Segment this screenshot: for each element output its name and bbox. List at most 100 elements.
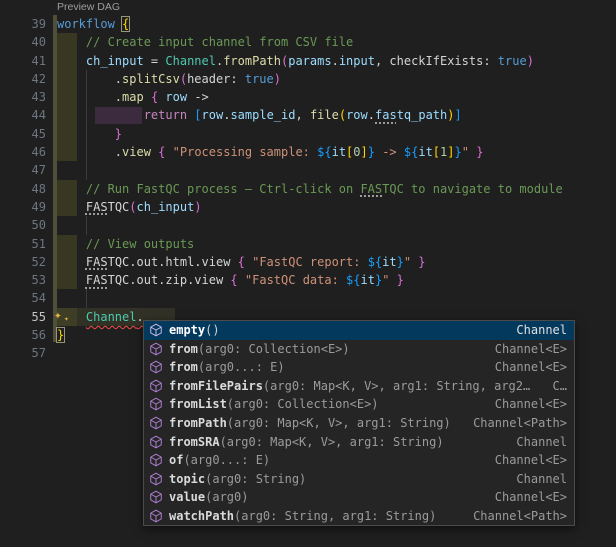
completion-item[interactable]: fromList(arg0: Collection<E>)Channel<E> — [144, 395, 574, 414]
indent-guide — [86, 216, 87, 234]
code-token: { — [122, 17, 129, 31]
code-line[interactable]: 51 // View outputs — [0, 235, 616, 253]
code-action-sparkle-icon[interactable]: ✦✦ — [54, 308, 74, 326]
code-line[interactable]: 50 — [0, 216, 616, 234]
code-token: row — [165, 90, 187, 104]
line-number: 49 — [0, 198, 46, 216]
completion-item[interactable]: fromPath(arg0: Map<K, V>, arg1: String)C… — [144, 414, 574, 433]
codelens-preview-dag[interactable]: Preview DAG — [0, 0, 616, 15]
code-line[interactable]: 39workflow { — [0, 15, 616, 33]
completion-item[interactable]: empty()Channel — [144, 321, 574, 340]
line-number: 44 — [0, 106, 46, 124]
completion-signature: (arg0...: E) — [198, 360, 285, 374]
method-cube-icon — [148, 435, 164, 449]
completion-signature: (arg0...: E) — [183, 453, 270, 467]
completion-signature: (arg0: String, arg1: String) — [234, 509, 436, 523]
code-token: file — [310, 108, 339, 122]
code-text: // Create input channel from CSV file — [57, 33, 353, 51]
line-number: 48 — [0, 180, 46, 198]
code-token: "FastQC data: — [245, 273, 346, 287]
code-line[interactable]: 40 // Create input channel from CSV file — [0, 33, 616, 51]
code-token: TQC.out.html.view — [108, 255, 238, 269]
completion-item[interactable]: from(arg0...: E)Channel<E> — [144, 358, 574, 377]
completion-label: watchPath — [169, 509, 234, 523]
completion-return-type: Channel<E> — [487, 397, 567, 411]
code-line[interactable]: 46 .view { "Processing sample: ${it[0]} … — [0, 143, 616, 161]
completion-return-type: Channel<E> — [487, 342, 567, 356]
code-token: workflow — [57, 17, 115, 31]
code-token: } — [476, 145, 483, 159]
code-token — [57, 54, 86, 68]
code-text: .map { row -> — [57, 88, 209, 106]
line-number: 46 — [0, 143, 46, 161]
code-token: ] — [455, 108, 462, 122]
line-number: 50 — [0, 216, 46, 234]
code-text: } — [57, 125, 122, 143]
method-cube-icon — [148, 509, 164, 523]
code-text: ch_input = Channel.fromPath(params.input… — [57, 52, 534, 70]
completion-label: from — [169, 342, 198, 356]
indent-guide — [86, 161, 87, 179]
code-line[interactable]: 42 .splitCsv(header: true) — [0, 70, 616, 88]
completion-item[interactable]: value(arg0)Channel<E> — [144, 488, 574, 507]
code-line[interactable]: 44 return [row.sample_id, file(row.fastq… — [0, 106, 616, 124]
code-text: .view { "Processing sample: ${it[0]} -> … — [57, 143, 483, 161]
completion-label: fromFilePairs — [169, 379, 263, 393]
code-token: FAS — [86, 200, 108, 214]
code-text: FASTQC(ch_input) — [57, 198, 202, 216]
completion-item[interactable]: fromFilePairs(arg0: Map<K, V>, arg1: Str… — [144, 377, 574, 396]
completion-item[interactable]: from(arg0: Collection<E>) Channel<E> — [144, 340, 574, 359]
code-token: ) — [274, 72, 281, 86]
code-line[interactable]: 49 FASTQC(ch_input) — [0, 198, 616, 216]
code-token: ${ — [317, 145, 331, 159]
code-token: Channel — [165, 54, 216, 68]
code-token — [57, 182, 86, 196]
code-token: . — [332, 54, 339, 68]
completion-signature: (arg0: Map<K, V>, arg1: String) — [220, 435, 444, 449]
completion-label: fromSRA — [169, 435, 220, 449]
code-token: "FastQC report: — [252, 255, 368, 269]
code-token: 0 — [353, 145, 360, 159]
line-number: 52 — [0, 253, 46, 271]
completion-label: fromPath — [169, 416, 227, 430]
code-token: input — [339, 54, 375, 68]
code-token — [57, 255, 86, 269]
completion-item[interactable]: fromSRA(arg0: Map<K, V>, arg1: String)Ch… — [144, 432, 574, 451]
code-token — [238, 273, 245, 287]
code-token — [57, 108, 144, 122]
code-token — [165, 145, 172, 159]
completion-return-type: Channel<E> — [487, 490, 567, 504]
code-line[interactable]: 52 FASTQC.out.html.view { "FastQC report… — [0, 253, 616, 271]
line-number: 43 — [0, 88, 46, 106]
code-token: it — [382, 255, 396, 269]
completion-signature: (arg0: Collection<E>) — [198, 342, 350, 356]
code-text: // View outputs — [57, 235, 194, 253]
code-token: view — [122, 145, 151, 159]
code-text: // Run FastQC process — Ctrl-click on FA… — [57, 180, 563, 198]
code-token: params — [288, 54, 331, 68]
code-line[interactable]: 47 — [0, 161, 616, 179]
code-token: . — [115, 72, 122, 86]
code-token: ] — [361, 145, 368, 159]
code-line[interactable]: 45 } — [0, 125, 616, 143]
code-token: } — [57, 328, 64, 342]
code-line[interactable]: 54 — [0, 289, 616, 307]
code-editor: { "codelens": { "label": "Preview DAG" }… — [0, 0, 616, 547]
completion-item[interactable]: watchPath(arg0: String, arg1: String)Cha… — [144, 506, 574, 525]
completion-item[interactable]: topic(arg0: String)Channel — [144, 469, 574, 488]
method-cube-icon — [148, 342, 164, 356]
code-token: { — [238, 255, 245, 269]
line-number: 45 — [0, 125, 46, 143]
code-token: { — [230, 273, 237, 287]
line-number: 40 — [0, 33, 46, 51]
code-line[interactable]: 48 // Run FastQC process — Ctrl-click on… — [0, 180, 616, 198]
code-line[interactable]: 53 FASTQC.out.zip.view { "FastQC data: $… — [0, 271, 616, 289]
line-number: 55 — [0, 308, 46, 326]
code-line[interactable]: 43 .map { row -> — [0, 88, 616, 106]
completion-label: empty — [169, 323, 205, 337]
code-token: tq_path — [397, 108, 448, 122]
code-token: } — [455, 145, 462, 159]
completion-item[interactable]: of(arg0...: E)Channel<E> — [144, 451, 574, 470]
code-token: map — [122, 90, 144, 104]
code-line[interactable]: 41 ch_input = Channel.fromPath(params.in… — [0, 52, 616, 70]
